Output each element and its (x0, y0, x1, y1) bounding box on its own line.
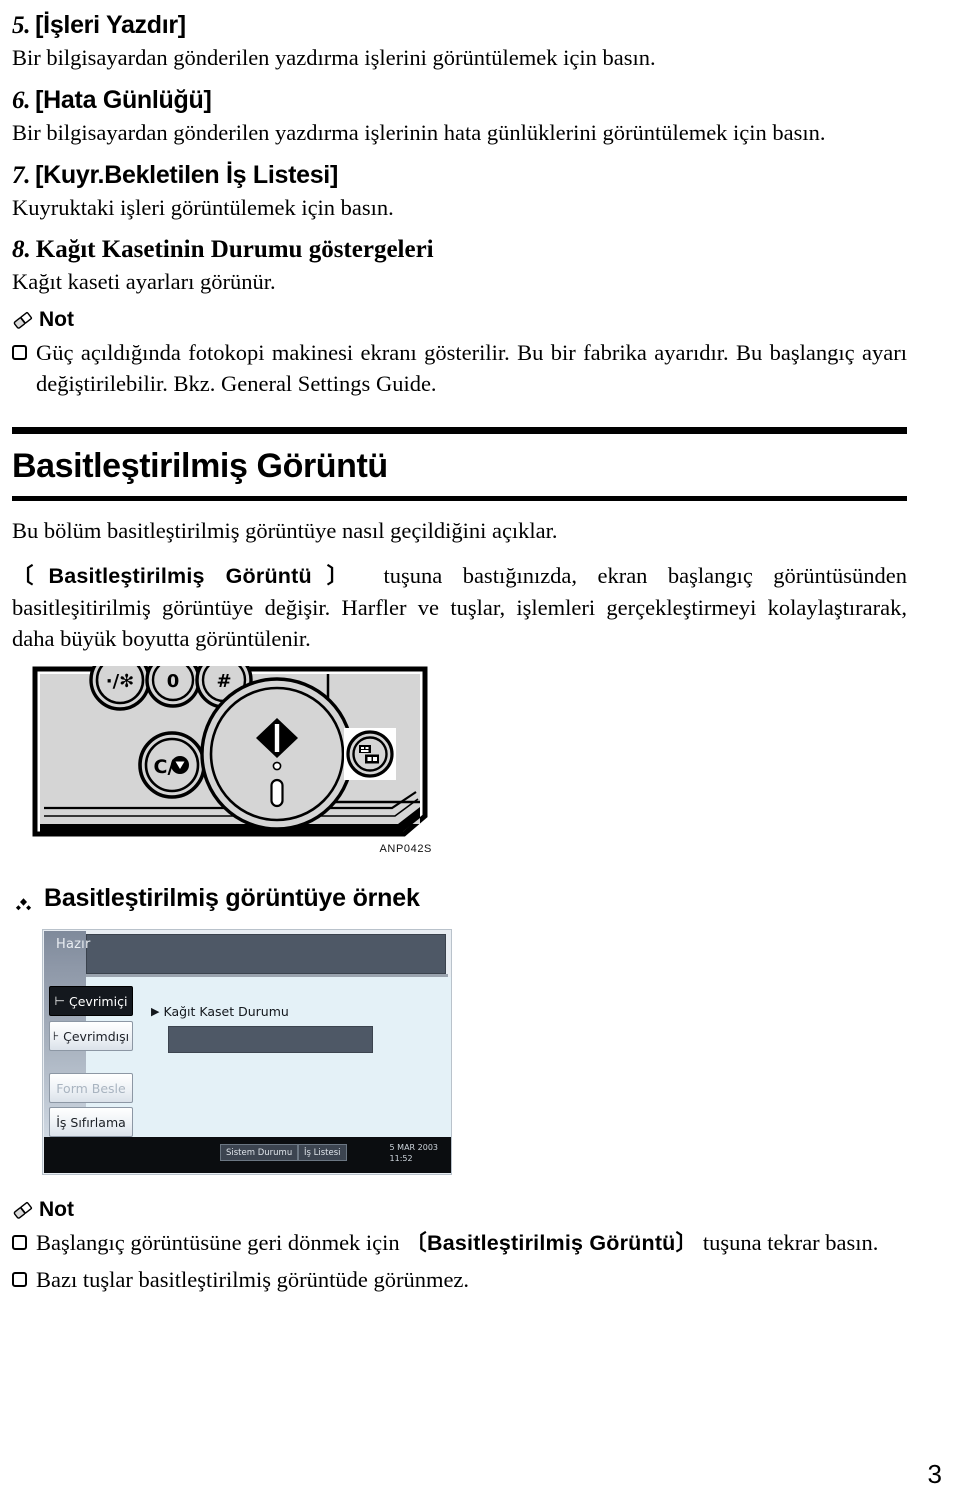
lcd-button-form-feed-label: Form Besle (56, 1080, 126, 1096)
note-list-bottom: Başlangıç görüntüsüne geri dönmek için 〔… (12, 1227, 907, 1295)
lcd-button-online-label: Çevrimiçi (69, 993, 128, 1009)
item-7-title: [Kuyr.Bekletilen İş Listesi] (35, 161, 338, 189)
lcd-paper-tray-status-label: ▶ Kağıt Kaset Durumu (151, 1004, 289, 1019)
numbered-item-8: 8. Kağıt Kasetinin Durumu göstergeleri Ka… (12, 233, 907, 297)
section-rule-top (12, 427, 907, 434)
section-title: Basitleştirilmiş Görüntü (12, 447, 388, 485)
numbered-item-7: 7. [Kuyr.Bekletilen İş Listesi] Kuyruktak… (12, 158, 907, 223)
item-5-heading: 5. [İşleri Yazdır] (12, 8, 907, 43)
lcd-status-bar (86, 934, 446, 974)
note-heading-bottom: Not (12, 1197, 907, 1223)
item-8-title: Kağıt Kasetinin Durumu göstergeleri (35, 236, 434, 263)
key-name-simplified-display: 〔Basitleştirilmiş Görüntü〕 (12, 564, 364, 588)
lcd-time: 11:52 (389, 1154, 413, 1163)
control-panel-figure: ·/✻ 0 # C/ (32, 649, 432, 841)
online-arrow-icon: ⊢ (54, 994, 65, 1008)
note-bottom-pre: Başlangıç görüntüsüne geri dönmek için (36, 1230, 406, 1255)
diamond-bullet-icon (14, 889, 33, 910)
svg-text:0: 0 (167, 671, 180, 692)
section-intro-paragraph: Bu bölüm basitleştirilmiş görüntüye nası… (12, 518, 558, 543)
lcd-footer-bar: Sistem Durumu İş Listesi 5 MAR 2003 11:5… (44, 1137, 451, 1173)
lcd-button-offline-label: Çevrimdışı (63, 1028, 130, 1044)
note-bullet-item: Başlangıç görüntüsüne geri dönmek için 〔… (12, 1227, 907, 1259)
lcd-button-online[interactable]: ⊢ Çevrimiçi (49, 986, 133, 1016)
lcd-main-area (86, 977, 451, 1137)
item-8-heading: 8. Kağıt Kasetinin Durumu göstergeleri (12, 233, 907, 267)
lcd-button-form-feed[interactable]: Form Besle (49, 1073, 133, 1103)
document-page: 5. [İşleri Yazdır] Bir bilgisayardan gönd… (0, 0, 960, 1510)
section-key-paragraph: 〔Basitleştirilmiş Görüntü〕 tuşuna bastığ… (12, 560, 907, 654)
page-content: 5. [İşleri Yazdır] Bir bilgisayardan gönd… (12, 8, 907, 1300)
section-rule-bottom (12, 496, 907, 501)
item-6-number: 6. (12, 87, 31, 114)
note-label-top: Not (39, 308, 74, 331)
item-5-number: 5. (12, 12, 31, 39)
note-list-top: Güç açıldığında fotokopi makinesi ekranı… (12, 337, 907, 399)
note-label-bottom: Not (39, 1198, 74, 1221)
offline-arrow-icon: ⊦ (52, 1029, 60, 1043)
lcd-footer-button-system-status[interactable]: Sistem Durumu (220, 1144, 299, 1161)
numbered-item-5: 5. [İşleri Yazdır] Bir bilgisayardan gönd… (12, 8, 907, 73)
item-7-heading: 7. [Kuyr.Bekletilen İş Listesi] (12, 158, 907, 193)
simplified-display-key (344, 728, 396, 780)
example-heading-text: Basitleştirilmiş görüntüye örnek (44, 884, 420, 912)
item-5-title: [İşleri Yazdır] (35, 11, 186, 39)
lcd-date: 5 MAR 2003 (389, 1143, 438, 1152)
zero-key: 0 (145, 652, 201, 708)
lcd-status-text: Hazır (56, 937, 91, 952)
page-number: 3 (927, 1459, 942, 1489)
lcd-button-offline[interactable]: ⊦ Çevrimdışı (49, 1021, 133, 1051)
item-6-title: [Hata Günlüğü] (35, 86, 212, 114)
item-7-body: Kuyruktaki işleri görüntülemek için bası… (12, 195, 394, 220)
item-8-body: Kağıt kaseti ayarları görünür. (12, 269, 276, 294)
item-8-number: 8. (12, 236, 31, 263)
section-header: Basitleştirilmiş Görüntü (12, 427, 907, 501)
square-bullet-icon (12, 345, 27, 360)
lcd-screenshot: Hazır ⊢ Çevrimiçi ⊦ Çevrimdışı Form Besl… (42, 929, 452, 1175)
example-heading: Basitleştirilmiş görüntüye örnek (14, 881, 907, 915)
note-bottom-post: tuşuna tekrar basın. (697, 1230, 879, 1255)
triangle-right-icon: ▶ (151, 1005, 160, 1018)
start-key (200, 677, 354, 831)
item-6-body: Bir bilgisayardan gönderilen yazdırma iş… (12, 120, 826, 145)
square-bullet-icon (12, 1272, 27, 1287)
svg-text:#: # (216, 671, 231, 692)
note-bullet-text: Bazı tuşlar basitleştirilmiş görüntüde g… (36, 1267, 470, 1292)
pencil-icon (12, 1200, 34, 1220)
clear-stop-key: C/ (138, 731, 206, 799)
lcd-paper-tray-field[interactable] (168, 1026, 373, 1053)
lcd-datetime: 5 MAR 2003 11:52 (390, 1142, 438, 1164)
lcd-paper-tray-status-text: Kağıt Kaset Durumu (163, 1004, 289, 1019)
lcd-button-job-reset-label: İş Sıfırlama (56, 1114, 126, 1130)
item-5-body: Bir bilgisayardan gönderilen yazdırma iş… (12, 45, 656, 70)
item-6-heading: 6. [Hata Günlüğü] (12, 83, 907, 118)
lcd-button-job-reset[interactable]: İş Sıfırlama (49, 1107, 133, 1137)
note-bullet-item: Bazı tuşlar basitleştirilmiş görüntüde g… (12, 1264, 907, 1295)
item-7-number: 7. (12, 162, 31, 189)
note-bullet-text: Başlangıç görüntüsüne geri dönmek için 〔… (36, 1227, 878, 1259)
square-bullet-icon (12, 1235, 27, 1250)
figure-caption: ANP042S (379, 843, 432, 855)
key-name-simplified-display: 〔Basitleştirilmiş Görüntü〕 (405, 1231, 698, 1255)
asterisk-key: ·/✻ (89, 649, 151, 711)
note-bullet-item: Güç açıldığında fotokopi makinesi ekranı… (12, 337, 907, 399)
svg-text:·/✻: ·/✻ (106, 671, 135, 692)
pencil-icon (12, 310, 34, 330)
numbered-item-6: 6. [Hata Günlüğü] Bir bilgisayardan gönde… (12, 83, 907, 148)
note-bullet-text: Güç açıldığında fotokopi makinesi ekranı… (36, 340, 907, 396)
note-heading-top: Not (12, 307, 907, 333)
lcd-footer-button-job-list[interactable]: İş Listesi (298, 1144, 347, 1161)
